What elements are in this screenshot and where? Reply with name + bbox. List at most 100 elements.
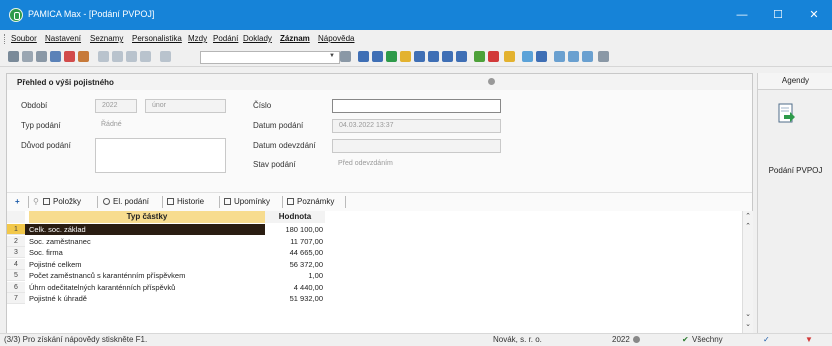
tab-separator — [345, 196, 346, 208]
datum-podani-field[interactable]: 04.03.2022 13:37 — [332, 119, 501, 133]
ok-icon[interactable]: ✓ — [763, 335, 770, 344]
last-record-icon[interactable] — [428, 51, 439, 62]
table-row[interactable]: 5 Počet zaměstnanců s karanténním příspěv… — [7, 270, 742, 281]
table-row[interactable]: 7 Pojistné k úhradě 51 932,00 — [7, 293, 742, 304]
cell-typ-castky[interactable]: Pojistné celkem — [29, 259, 82, 270]
scroll-up-icon[interactable]: ⌃ — [743, 213, 753, 221]
table-row[interactable]: 2 Soc. zaměstnanec 11 707,00 — [7, 235, 742, 247]
obdobi-month-field[interactable]: únor — [145, 99, 226, 113]
menu-napoveda[interactable]: Nápověda — [318, 34, 354, 43]
tab-polozky[interactable]: Položky — [43, 196, 81, 208]
preview-icon[interactable] — [22, 51, 33, 62]
cancel-icon[interactable] — [140, 51, 151, 62]
cislo-field[interactable] — [332, 99, 501, 113]
export-icon[interactable] — [36, 51, 47, 62]
list-icon — [43, 198, 50, 205]
list-icon — [224, 198, 231, 205]
table-row[interactable]: 6 Úhrn odečitatelných karanténních příspě… — [7, 281, 742, 293]
filter-off-icon[interactable] — [488, 51, 499, 62]
grid-view-icon[interactable] — [442, 51, 453, 62]
scroll-down-icon[interactable]: ⌄ — [743, 311, 753, 319]
menu-mzdy[interactable]: Mzdy — [188, 34, 207, 43]
send-icon[interactable] — [50, 51, 61, 62]
table-icon[interactable] — [522, 51, 533, 62]
folder-icon[interactable] — [504, 51, 515, 62]
delete-icon[interactable] — [64, 51, 75, 62]
cell-hodnota[interactable]: 11 707,00 — [227, 236, 323, 247]
layout-icon[interactable] — [568, 51, 579, 62]
cell-typ-castky[interactable]: Počet zaměstnanců s karanténním příspěvk… — [29, 270, 185, 281]
close-button[interactable]: ✕ — [796, 0, 832, 30]
print-icon[interactable] — [8, 51, 19, 62]
status-year: 2022 — [612, 335, 630, 344]
save-icon[interactable] — [112, 51, 123, 62]
duvod-podani-field[interactable] — [95, 138, 226, 173]
minimize-button[interactable]: — — [724, 0, 760, 30]
save-close-icon[interactable] — [126, 51, 137, 62]
cell-hodnota[interactable]: 51 932,00 — [227, 293, 323, 304]
form-view-icon[interactable] — [456, 51, 467, 62]
import-icon[interactable] — [78, 51, 89, 62]
obdobi-year-field[interactable]: 2022 — [95, 99, 137, 113]
agendy-title: Agendy — [758, 73, 832, 90]
first-record-icon[interactable] — [358, 51, 369, 62]
cell-typ-castky[interactable]: Úhrn odečitatelných karanténních příspěv… — [29, 282, 175, 293]
filter-off-icon[interactable]: ▼ — [805, 335, 813, 344]
cell-typ-castky[interactable]: Soc. zaměstnanec — [29, 236, 91, 247]
maximize-button[interactable]: ☐ — [760, 0, 796, 30]
filter-tab-icon[interactable]: ⚲ — [33, 196, 39, 208]
new-icon[interactable] — [98, 51, 109, 62]
tab-bar: + ⚲ Položky El. podání Historie Upomínky… — [7, 192, 752, 213]
status-filter[interactable]: Všechny — [692, 335, 723, 344]
menu-podani[interactable]: Podání — [213, 34, 238, 43]
header-hodnota[interactable]: Hodnota — [265, 211, 325, 223]
refresh-icon[interactable] — [386, 51, 397, 62]
pin-icon[interactable] — [488, 78, 495, 85]
menu-zaznam[interactable]: Záznam — [280, 34, 310, 43]
filter-clear-icon[interactable] — [340, 51, 351, 62]
tab-poznamky[interactable]: Poznámky — [287, 196, 334, 208]
scroll-down-icon[interactable]: ⌄ — [743, 321, 753, 329]
cell-typ-castky[interactable]: Pojistné k úhradě — [29, 293, 87, 304]
datum-podani-label: Datum podání — [253, 121, 304, 130]
vertical-scrollbar[interactable]: ⌃ ⌃ ⌄ ⌄ — [742, 211, 753, 333]
menu-doklady[interactable]: Doklady — [243, 34, 272, 43]
add-tab-button[interactable]: + — [15, 196, 20, 208]
prev-record-icon[interactable] — [372, 51, 383, 62]
menu-personalistika[interactable]: Personalistika — [132, 34, 182, 43]
next-record-icon[interactable] — [414, 51, 425, 62]
window-icon[interactable] — [554, 51, 565, 62]
calculator-icon[interactable] — [536, 51, 547, 62]
settings-icon[interactable] — [598, 51, 609, 62]
tab-el-podani[interactable]: El. podání — [103, 196, 149, 208]
cell-hodnota[interactable]: 44 665,00 — [227, 247, 323, 258]
chevron-down-icon[interactable]: ▼ — [326, 51, 338, 62]
cell-typ-castky[interactable]: Soc. firma — [29, 247, 63, 258]
star-icon[interactable] — [400, 51, 411, 62]
table-row[interactable]: 4 Pojistné celkem 56 372,00 — [7, 258, 742, 270]
copy-icon[interactable] — [160, 51, 171, 62]
toolbar-combo[interactable] — [200, 51, 340, 64]
split-icon[interactable] — [582, 51, 593, 62]
tab-separator — [219, 196, 220, 208]
tab-poznamky-label: Poznámky — [297, 197, 335, 206]
cell-hodnota[interactable]: 180 100,00 — [227, 224, 323, 235]
menu-seznamy[interactable]: Seznamy — [90, 34, 123, 43]
cell-typ-castky[interactable]: Celk. soc. základ — [29, 224, 86, 235]
filter-icon[interactable] — [474, 51, 485, 62]
menu-soubor[interactable]: Soubor — [11, 34, 37, 43]
header-typ-castky[interactable]: Typ částky — [29, 211, 265, 223]
tab-historie[interactable]: Historie — [167, 196, 204, 208]
period-icon[interactable] — [633, 336, 640, 343]
table-row[interactable]: 1 Celk. soc. základ 180 100,00 — [7, 224, 742, 235]
cell-hodnota[interactable]: 56 372,00 — [227, 259, 323, 270]
datum-odevzdani-field[interactable] — [332, 139, 501, 153]
podani-pvpoj-icon[interactable] — [778, 103, 795, 125]
table-row[interactable]: 3 Soc. firma 44 665,00 — [7, 247, 742, 258]
cell-hodnota[interactable]: 4 440,00 — [227, 282, 323, 293]
scroll-up-icon[interactable]: ⌃ — [743, 223, 753, 231]
agendy-item-podani-pvpoj[interactable]: Podání PVPOJ — [758, 166, 832, 175]
tab-upominky[interactable]: Upomínky — [224, 196, 270, 208]
menu-nastaveni[interactable]: Nastavení — [45, 34, 81, 43]
cell-hodnota[interactable]: 1,00 — [227, 270, 323, 281]
